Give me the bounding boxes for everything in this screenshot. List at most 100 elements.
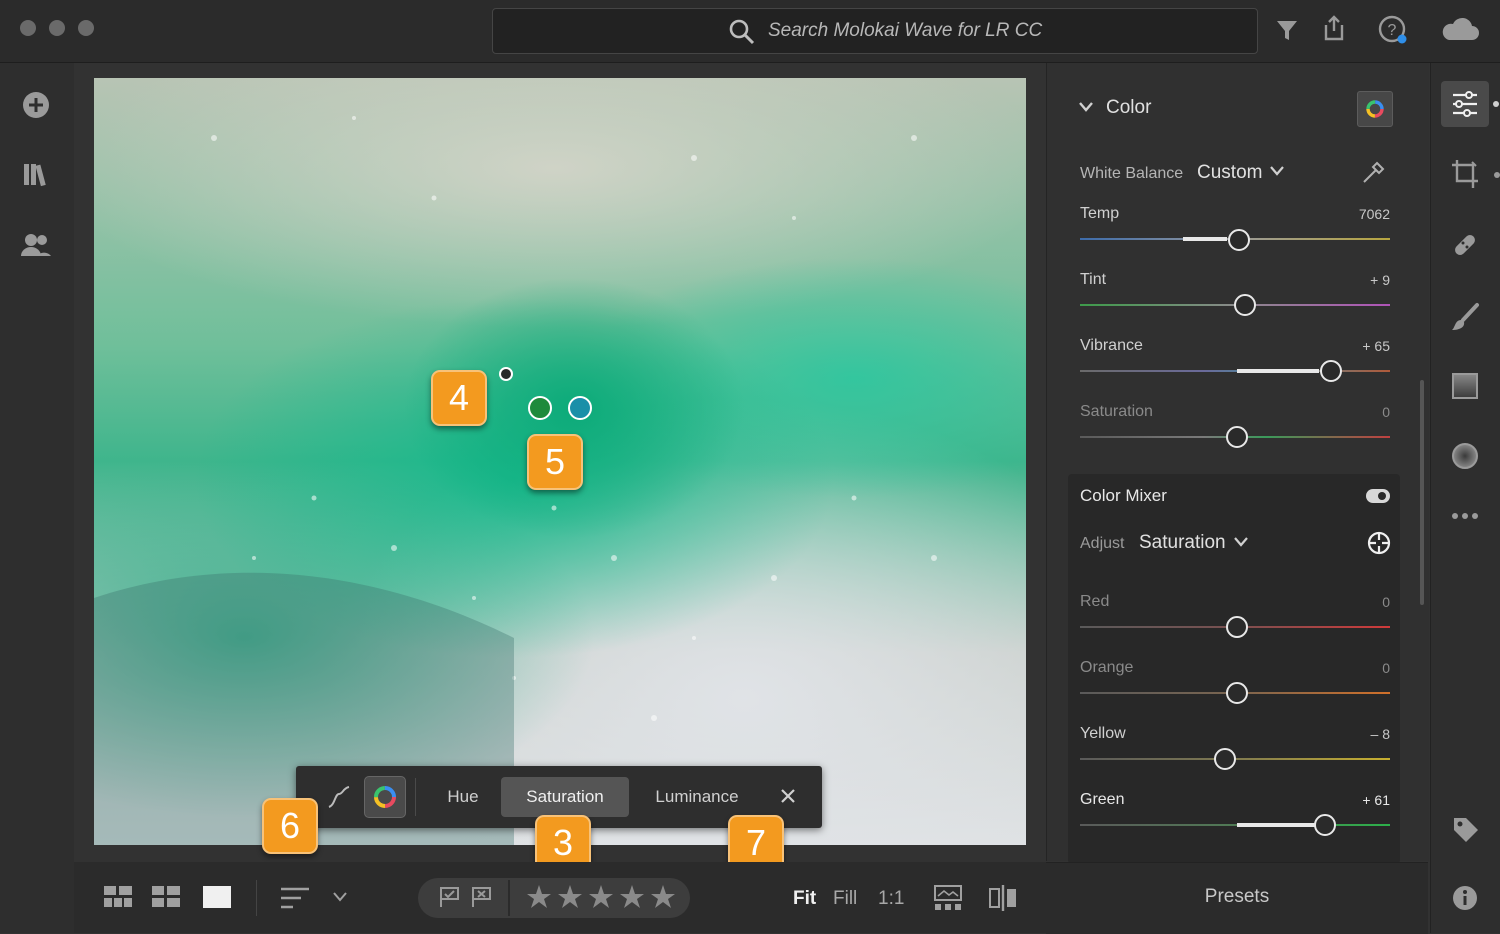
eyedropper-icon[interactable] xyxy=(1360,158,1388,186)
detail-view-icon[interactable] xyxy=(203,886,231,908)
marker-6: 6 xyxy=(262,798,318,854)
search-placeholder: Search Molokai Wave for LR CC xyxy=(768,20,1043,41)
people-icon[interactable] xyxy=(20,232,52,258)
color-mixer-toggle[interactable] xyxy=(1366,489,1390,503)
green-slider-thumb[interactable] xyxy=(1314,814,1336,836)
color-mixer-title: Color Mixer xyxy=(1080,486,1167,505)
tab-luminance[interactable]: Luminance xyxy=(641,777,753,817)
targeted-adjust-icon[interactable] xyxy=(1366,530,1392,556)
temp-value: 7062 xyxy=(1358,206,1390,222)
color-mixer-tool-button[interactable] xyxy=(364,776,406,818)
color-section-title[interactable]: Color xyxy=(1106,97,1151,119)
filter-icon[interactable] xyxy=(1276,18,1298,42)
svg-text:?: ? xyxy=(1388,22,1397,39)
close-icon[interactable] xyxy=(780,788,796,804)
edit-tool-button[interactable] xyxy=(1441,81,1489,127)
filmstrip-icon[interactable] xyxy=(934,885,962,911)
chevron-down-icon[interactable] xyxy=(1270,166,1284,176)
tint-label: Tint xyxy=(1080,271,1107,288)
tag-icon[interactable] xyxy=(1452,816,1480,844)
add-photo-icon[interactable] xyxy=(22,91,50,119)
saturation-value: 0 xyxy=(1382,404,1390,420)
color-wheel-icon xyxy=(1366,100,1384,118)
red-value: 0 xyxy=(1382,594,1390,610)
green-slider-track[interactable] xyxy=(1080,824,1390,826)
right-rail xyxy=(1430,63,1500,933)
chevron-down-icon[interactable] xyxy=(333,892,347,902)
yellow-slider-thumb[interactable] xyxy=(1214,748,1236,770)
marker-5: 5 xyxy=(527,434,583,490)
compare-view-icon[interactable] xyxy=(989,884,1017,912)
radial-gradient-icon[interactable] xyxy=(1451,442,1479,470)
targeted-adjust-cursor xyxy=(499,367,513,381)
more-icon[interactable] xyxy=(1452,512,1478,520)
linear-gradient-icon[interactable] xyxy=(1451,372,1479,400)
sort-icon[interactable] xyxy=(281,887,311,909)
grid-view-icon[interactable] xyxy=(152,886,180,908)
share-icon[interactable] xyxy=(1322,14,1346,42)
marker-4: 4 xyxy=(431,370,487,426)
color-mixer-toggle-button[interactable] xyxy=(1357,91,1393,127)
sample-point-aqua[interactable] xyxy=(568,396,592,420)
chevron-down-icon[interactable] xyxy=(1234,537,1248,547)
crop-icon[interactable] xyxy=(1450,158,1480,190)
tab-hue[interactable]: Hue xyxy=(430,777,496,817)
divider xyxy=(508,880,510,916)
flag-reject-icon[interactable] xyxy=(470,886,492,908)
sample-point-green[interactable] xyxy=(528,396,552,420)
red-label: Red xyxy=(1080,593,1110,610)
active-indicator xyxy=(1493,101,1499,107)
flag-pick-icon[interactable] xyxy=(438,886,460,908)
vibrance-label: Vibrance xyxy=(1080,337,1143,354)
tint-value: + 9 xyxy=(1370,272,1390,288)
presets-button[interactable]: Presets xyxy=(1046,886,1428,908)
library-icon[interactable] xyxy=(22,161,50,187)
divider xyxy=(256,880,257,916)
brush-icon[interactable] xyxy=(1450,302,1480,332)
adjust-dropdown[interactable]: Saturation xyxy=(1139,532,1226,554)
green-value: + 61 xyxy=(1362,792,1390,808)
zoom-fill-button[interactable]: Fill xyxy=(833,888,857,910)
divider xyxy=(415,778,416,816)
vibrance-slider-fill xyxy=(1237,369,1319,373)
saturation-slider-thumb[interactable] xyxy=(1226,426,1248,448)
window-close-button[interactable] xyxy=(20,20,36,36)
temp-label: Temp xyxy=(1080,205,1120,222)
green-slider-fill xyxy=(1237,823,1315,827)
orange-slider-thumb[interactable] xyxy=(1226,682,1248,704)
yellow-value: – 8 xyxy=(1370,726,1390,742)
adjust-label: Adjust xyxy=(1080,535,1125,552)
left-rail xyxy=(0,63,74,933)
chevron-down-icon[interactable] xyxy=(1078,101,1094,113)
sliders-icon xyxy=(1453,91,1477,117)
green-label: Green xyxy=(1080,791,1125,808)
window-zoom-button[interactable] xyxy=(78,20,94,36)
tint-slider-thumb[interactable] xyxy=(1234,294,1256,316)
saturation-label: Saturation xyxy=(1080,403,1153,420)
red-slider-thumb[interactable] xyxy=(1226,616,1248,638)
vibrance-slider-thumb[interactable] xyxy=(1320,360,1342,382)
crop-indicator xyxy=(1494,172,1500,178)
healing-brush-icon[interactable] xyxy=(1450,230,1480,260)
info-icon[interactable] xyxy=(1451,884,1479,912)
vibrance-value: + 65 xyxy=(1362,338,1390,354)
white-balance-dropdown[interactable]: Custom xyxy=(1197,162,1262,184)
vibrance-slider-track[interactable] xyxy=(1080,370,1390,372)
window-minimize-button[interactable] xyxy=(49,20,65,36)
cloud-icon[interactable] xyxy=(1440,16,1480,42)
temp-slider-fill xyxy=(1183,237,1227,241)
zoom-fit-button[interactable]: Fit xyxy=(793,888,816,910)
star-rating[interactable] xyxy=(526,884,676,910)
zoom-1to1-button[interactable]: 1:1 xyxy=(878,888,904,910)
color-wheel-icon xyxy=(374,786,396,808)
tab-saturation[interactable]: Saturation xyxy=(501,777,629,817)
tone-curve-icon[interactable] xyxy=(326,784,352,810)
temp-slider-thumb[interactable] xyxy=(1228,229,1250,251)
yellow-label: Yellow xyxy=(1080,725,1126,742)
orange-value: 0 xyxy=(1382,660,1390,676)
search-icon xyxy=(729,19,755,45)
help-icon[interactable]: ? xyxy=(1378,15,1408,45)
panel-scrollbar[interactable] xyxy=(1420,380,1424,605)
square-grid-icon[interactable] xyxy=(104,886,132,908)
orange-label: Orange xyxy=(1080,659,1134,676)
